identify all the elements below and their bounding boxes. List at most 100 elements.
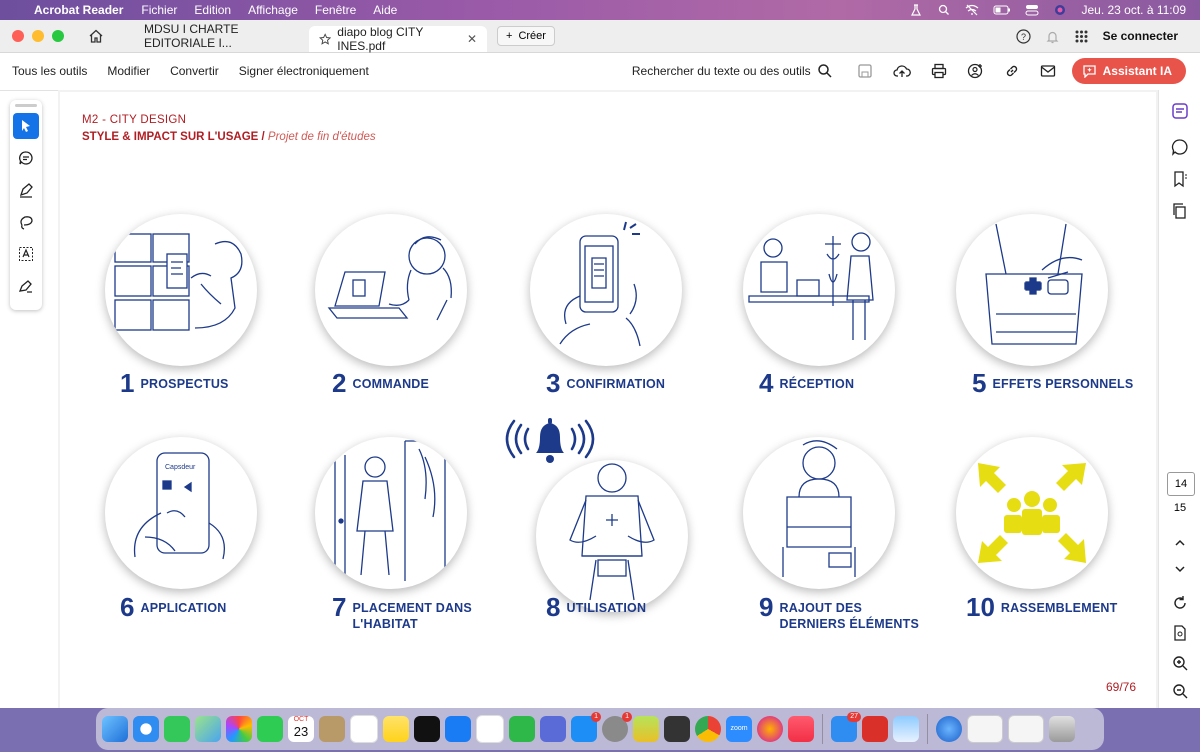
notes-icon[interactable] — [383, 716, 409, 742]
all-tools-button[interactable]: Tous les outils — [12, 64, 87, 78]
battery-icon[interactable] — [993, 4, 1011, 16]
bookmark-icon[interactable] — [1171, 170, 1189, 188]
add-user-icon[interactable] — [967, 63, 984, 80]
reminders-icon[interactable] — [350, 715, 378, 743]
menu-affichage[interactable]: Affichage — [248, 3, 298, 17]
select-tool[interactable] — [13, 113, 39, 139]
facetime-icon[interactable] — [257, 716, 283, 742]
contacts-icon[interactable] — [319, 716, 345, 742]
save-icon[interactable] — [857, 63, 873, 79]
launchpad-icon[interactable] — [540, 716, 566, 742]
chevron-down-icon[interactable] — [1171, 560, 1189, 578]
sign-in-button[interactable]: Se connecter — [1103, 29, 1178, 43]
zoom-in-icon[interactable] — [1171, 654, 1189, 672]
menu-clock[interactable]: Jeu. 23 oct. à 11:09 — [1081, 3, 1186, 17]
flask-app-icon[interactable] — [633, 716, 659, 742]
minimized-window-2[interactable] — [1008, 715, 1044, 743]
photos-icon[interactable] — [226, 716, 252, 742]
calculator-icon[interactable] — [664, 716, 690, 742]
system-settings-icon[interactable]: 1 — [602, 712, 632, 742]
notification-bell-icon[interactable] — [1045, 29, 1060, 44]
apartment-door-illustration — [334, 440, 446, 581]
rail-grip[interactable] — [15, 104, 37, 107]
mail-badge: 27 — [847, 712, 861, 722]
e-sign-button[interactable]: Signer électroniquement — [239, 64, 369, 78]
spotlight-search-icon[interactable] — [937, 4, 951, 16]
calendar-day: 23 — [293, 724, 309, 739]
firefox-icon[interactable] — [757, 716, 783, 742]
menu-app-name[interactable]: Acrobat Reader — [34, 3, 123, 17]
help-icon[interactable]: ? — [1016, 28, 1031, 44]
mail-app-icon[interactable]: 27 — [831, 712, 861, 742]
numbers-icon[interactable] — [509, 716, 535, 742]
print-icon[interactable] — [931, 63, 947, 79]
freehand-tool[interactable] — [13, 209, 39, 235]
search-tools[interactable]: Rechercher du texte ou des outils — [632, 63, 833, 79]
menu-aide[interactable]: Aide — [373, 3, 397, 17]
comment-tool[interactable] — [13, 145, 39, 171]
rotate-icon[interactable] — [1171, 594, 1189, 612]
menu-edition[interactable]: Edition — [194, 3, 231, 17]
menu-fichier[interactable]: Fichier — [141, 3, 177, 17]
pdf-page: M2 - CITY DESIGN STYLE & IMPACT SUR L'US… — [60, 92, 1156, 708]
siri-icon[interactable] — [1053, 4, 1067, 16]
app-store-icon[interactable]: 1 — [571, 712, 601, 742]
preview-icon[interactable] — [893, 716, 919, 742]
trash-icon[interactable] — [1049, 716, 1075, 742]
close-window-button[interactable] — [12, 30, 24, 42]
tab-charte-editoriale[interactable]: MDSU I CHARTE EDITORIALE I... — [134, 22, 309, 50]
acrobat-icon[interactable] — [862, 716, 888, 742]
zoom-out-icon[interactable] — [1171, 682, 1189, 700]
text-tool[interactable] — [13, 241, 39, 267]
sign-tool[interactable] — [13, 273, 39, 299]
wifi-off-icon[interactable] — [965, 4, 979, 16]
ai-assistant-button[interactable]: Assistant IA — [1071, 58, 1186, 84]
next-page-number[interactable]: 15 — [1167, 502, 1193, 514]
menu-fenetre[interactable]: Fenêtre — [315, 3, 356, 17]
chrome-icon[interactable] — [695, 716, 721, 742]
convert-button[interactable]: Convertir — [170, 64, 219, 78]
minimized-window-1[interactable] — [967, 715, 1003, 743]
mail-icon[interactable] — [1040, 64, 1056, 78]
page-settings-icon[interactable] — [1171, 624, 1189, 642]
apps-grid-icon[interactable] — [1074, 29, 1089, 44]
cloud-upload-icon[interactable] — [893, 63, 911, 79]
control-center-icon[interactable] — [1025, 4, 1039, 16]
macos-menu-bar: Acrobat Reader Fichier Edition Affichage… — [0, 0, 1200, 20]
tab-diapo-blog[interactable]: diapo blog CITY INES.pdf ✕ — [309, 25, 487, 53]
apple-tv-icon[interactable] — [414, 716, 440, 742]
link-icon[interactable] — [1004, 63, 1020, 79]
comments-panel-icon[interactable] — [1171, 138, 1189, 156]
zoom-window-button[interactable] — [52, 30, 64, 42]
network-globe-icon[interactable] — [936, 716, 962, 742]
flask-icon[interactable] — [909, 4, 923, 16]
star-icon[interactable] — [319, 32, 332, 46]
calendar-icon[interactable]: OCT 23 — [288, 716, 314, 742]
freeform-icon[interactable] — [476, 715, 504, 743]
safari-icon[interactable] — [133, 716, 159, 742]
keynote-icon[interactable] — [445, 716, 471, 742]
finder-icon[interactable] — [102, 716, 128, 742]
phone-app-illustration: Capsdeur — [133, 452, 226, 560]
step-number: 1 — [120, 368, 135, 398]
zoom-app-icon[interactable]: zoom — [726, 716, 752, 742]
search-icon[interactable] — [817, 63, 833, 79]
home-icon[interactable] — [88, 29, 104, 43]
illustration-prospectus — [105, 214, 257, 366]
close-tab-icon[interactable]: ✕ — [467, 32, 477, 46]
document-viewport[interactable]: M2 - CITY DESIGN STYLE & IMPACT SUR L'US… — [58, 90, 1158, 708]
chevron-up-icon[interactable] — [1171, 534, 1189, 552]
create-new-button[interactable]: + Créer — [497, 26, 555, 46]
maps-icon[interactable] — [195, 716, 221, 742]
pages-thumbnails-icon[interactable] — [1171, 202, 1189, 220]
edit-button[interactable]: Modifier — [107, 64, 150, 78]
messages-icon[interactable] — [164, 716, 190, 742]
current-page-field[interactable]: 14 — [1167, 472, 1195, 496]
illustration-rassemblement — [956, 437, 1108, 589]
dock-separator — [927, 714, 928, 744]
music-icon[interactable] — [788, 716, 814, 742]
draw-tool[interactable] — [13, 177, 39, 203]
packing-bag-illustration — [782, 440, 856, 577]
minimize-window-button[interactable] — [32, 30, 44, 42]
ai-chat-icon[interactable] — [1171, 102, 1189, 120]
